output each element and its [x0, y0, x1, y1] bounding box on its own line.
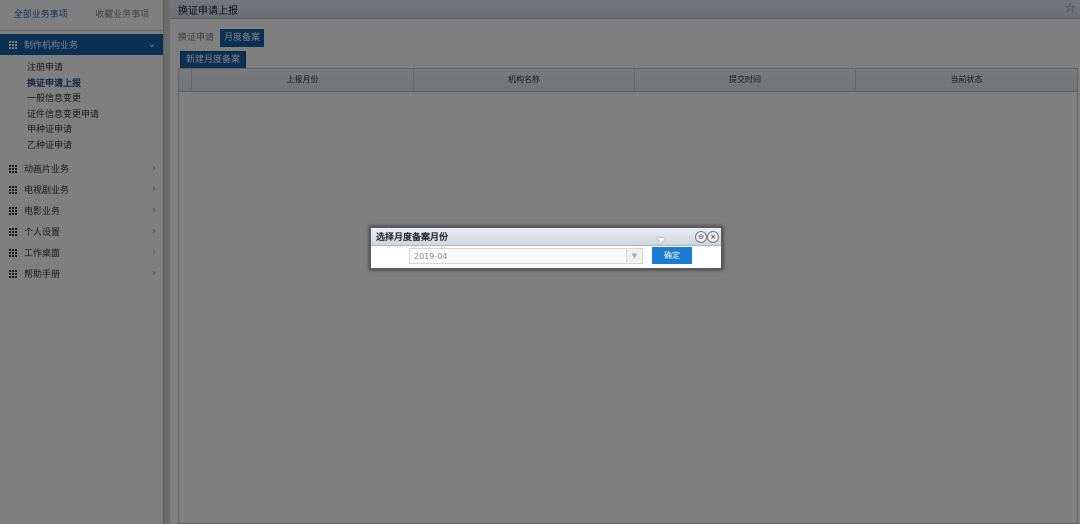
month-select[interactable]: 2019-04 ▼: [409, 248, 643, 264]
collapse-icon[interactable]: ⊖: [695, 231, 707, 243]
chevron-down-icon[interactable]: ▼: [626, 249, 642, 263]
month-select-value: 2019-04: [414, 252, 448, 261]
dialog-title: 选择月度备案月份: [376, 233, 449, 243]
close-icon[interactable]: ×: [707, 231, 719, 243]
select-month-dialog: 选择月度备案月份 ⊖ × 2019-04 ▼ 确定: [369, 226, 723, 270]
